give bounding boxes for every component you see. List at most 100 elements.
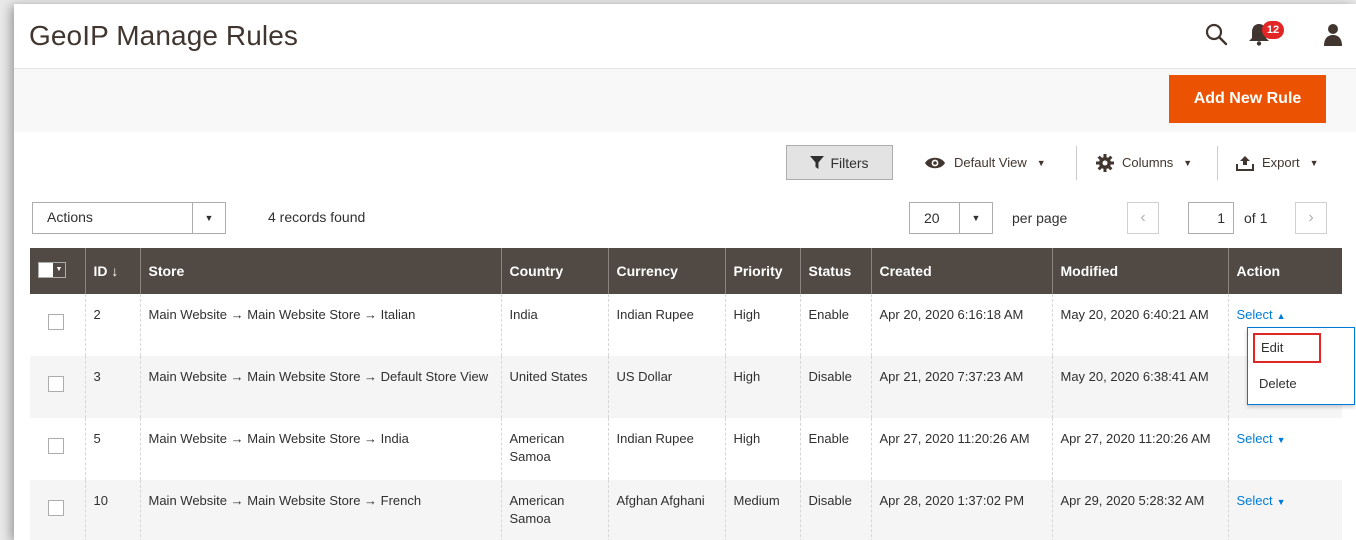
per-page-label: per page [1012,210,1068,226]
cell-priority: High [725,294,801,356]
column-header-store[interactable]: Store [140,248,502,294]
cell-store: Main Website → Main Website Store → Ital… [140,294,502,356]
cell-status: Enable [800,294,872,356]
gear-icon [1096,153,1114,172]
mass-actions-select[interactable]: Actions ▼ [32,202,226,234]
column-header-id[interactable]: ID ↓ [85,248,141,294]
cell-modified: May 20, 2020 6:40:21 AM [1052,294,1229,356]
columns-dropdown[interactable]: Columns ▼ [1096,145,1192,180]
table-row: 2 Main Website → Main Website Store → It… [30,294,1342,356]
search-icon[interactable] [1204,22,1228,46]
mass-select-header[interactable]: ▼ [30,248,86,294]
table-row: 5 Main Website → Main Website Store → In… [30,418,1342,480]
cell-created: Apr 21, 2020 7:37:23 AM [871,356,1053,418]
next-page-button[interactable]: › [1295,202,1327,234]
chevron-down-icon: ▼ [1036,157,1046,168]
user-icon[interactable] [1321,22,1345,46]
app-frame: GeoIP Manage Rules 12 Add New Rule Filte… [14,4,1356,540]
cell-store: Main Website → Main Website Store → Fren… [140,480,502,540]
column-header-status[interactable]: Status [800,248,872,294]
grid-controls: Actions ▼ 4 records found 20 ▼ per page … [14,196,1356,248]
cell-modified: Apr 29, 2020 5:28:32 AM [1052,480,1229,540]
row-action-select[interactable]: Select ▼ [1237,431,1286,446]
column-header-modified[interactable]: Modified [1052,248,1229,294]
grid-header-row: ▼ ID ↓ Store Country Currency Priority S… [30,248,1342,294]
cell-status: Disable [800,356,872,418]
row-checkbox[interactable] [48,438,64,454]
row-action-select[interactable]: Select ▲ [1237,307,1286,322]
notification-badge[interactable]: 12 [1262,21,1284,39]
grid-toolbar: Filters Default View ▼ Columns ▼ Export … [14,132,1356,196]
cell-currency: US Dollar [608,356,726,418]
delete-menu-item[interactable]: Delete [1259,376,1297,391]
cell-store: Main Website → Main Website Store → Indi… [140,418,502,480]
columns-label: Columns [1122,155,1174,170]
cell-priority: Medium [725,480,801,540]
column-header-priority[interactable]: Priority [725,248,801,294]
chevron-down-icon: ▼ [192,203,225,233]
cell-id: 3 [85,356,141,418]
chevron-down-icon: ▼ [1309,157,1319,168]
row-checkbox[interactable] [48,314,64,330]
row-checkbox[interactable] [48,500,64,516]
column-header-currency[interactable]: Currency [608,248,726,294]
table-row: 3 Main Website → Main Website Store → De… [30,356,1342,418]
current-page-input[interactable]: 1 [1188,202,1234,234]
filters-label: Filters [830,154,869,171]
add-new-rule-button[interactable]: Add New Rule [1169,75,1326,123]
previous-page-button[interactable]: ‹ [1127,202,1159,234]
cell-country: American Samoa [501,480,609,540]
cell-id: 2 [85,294,141,356]
default-view-dropdown[interactable]: Default View ▼ [924,145,1046,180]
chevron-down-icon: ▼ [1276,435,1286,445]
page-title: GeoIP Manage Rules [29,20,299,51]
toolbar-divider [1217,146,1218,180]
export-label: Export [1262,155,1300,170]
cell-id: 10 [85,480,141,540]
rules-grid: ▼ ID ↓ Store Country Currency Priority S… [30,248,1342,540]
row-action-dropdown-menu: Edit Delete [1247,327,1355,405]
cell-priority: High [725,356,801,418]
default-view-label: Default View [954,155,1027,170]
chevron-down-icon: ▼ [1276,497,1286,507]
cell-currency: Indian Rupee [608,294,726,356]
row-checkbox[interactable] [48,376,64,392]
eye-icon [925,157,945,168]
sort-down-icon: ↓ [111,263,119,279]
cell-status: Enable [800,418,872,480]
cell-priority: High [725,418,801,480]
filter-icon [810,155,825,169]
column-header-action: Action [1228,248,1342,294]
mass-actions-label: Actions [47,209,93,225]
export-dropdown[interactable]: Export ▼ [1236,145,1319,180]
page-header: GeoIP Manage Rules 12 [14,4,1356,68]
per-page-select[interactable]: 20 ▼ [909,202,993,234]
cell-country: American Samoa [501,418,609,480]
total-pages-label: of 1 [1244,210,1268,226]
mass-select-checkbox[interactable]: ▼ [38,262,66,278]
column-header-created[interactable]: Created [871,248,1053,294]
chevron-down-icon: ▼ [959,203,992,233]
export-icon [1236,155,1254,171]
cell-created: Apr 28, 2020 1:37:02 PM [871,480,1053,540]
cell-id: 5 [85,418,141,480]
cell-currency: Indian Rupee [608,418,726,480]
chevron-down-icon: ▼ [1183,157,1193,168]
cell-created: Apr 27, 2020 11:20:26 AM [871,418,1053,480]
cell-status: Disable [800,480,872,540]
per-page-value: 20 [924,210,940,226]
row-action-select[interactable]: Select ▼ [1237,493,1286,508]
toolbar-divider [1076,146,1077,180]
cell-country: India [501,294,609,356]
page-actions-bar: Add New Rule [14,68,1356,132]
cell-country: United States [501,356,609,418]
cell-modified: May 20, 2020 6:38:41 AM [1052,356,1229,418]
cell-created: Apr 20, 2020 6:16:18 AM [871,294,1053,356]
column-header-country[interactable]: Country [501,248,609,294]
filters-button[interactable]: Filters [786,145,893,180]
edit-menu-item[interactable]: Edit [1253,333,1321,363]
table-row: 10 Main Website → Main Website Store → F… [30,480,1342,540]
cell-modified: Apr 27, 2020 11:20:26 AM [1052,418,1229,480]
records-found: 4 records found [268,209,366,225]
chevron-up-icon: ▲ [1276,311,1286,321]
